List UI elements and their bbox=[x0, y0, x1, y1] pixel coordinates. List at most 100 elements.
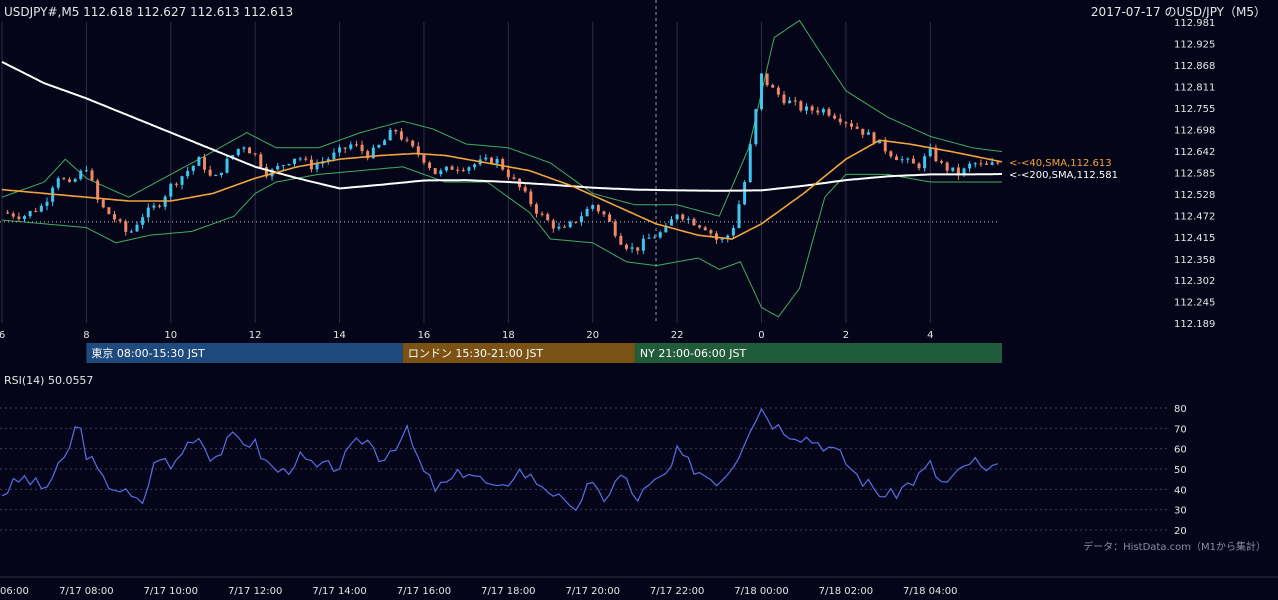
candle-body bbox=[197, 157, 201, 166]
price-tick-label: 112.472 bbox=[1174, 211, 1215, 222]
candle-body bbox=[658, 232, 662, 238]
rsi-tick-label: 80 bbox=[1174, 404, 1187, 415]
candle-body bbox=[135, 224, 139, 232]
candle-body bbox=[624, 244, 628, 249]
candle-body bbox=[585, 208, 589, 217]
time-tick-label: 7/17 14:00 bbox=[312, 586, 366, 597]
candle-body bbox=[450, 166, 454, 170]
candle-body bbox=[647, 237, 651, 239]
candle-body bbox=[473, 164, 477, 168]
rsi-tick-label: 20 bbox=[1174, 526, 1187, 537]
candle-body bbox=[360, 144, 364, 152]
candle-body bbox=[855, 126, 859, 129]
candle-body bbox=[512, 177, 516, 179]
candle-body bbox=[489, 157, 493, 164]
symbol-readout: USDJPY#,M5 112.618 112.627 112.613 112.6… bbox=[4, 5, 293, 19]
price-tick-label: 112.528 bbox=[1174, 190, 1215, 201]
candle-body bbox=[467, 167, 471, 171]
candle-body bbox=[574, 221, 578, 223]
candle-body bbox=[681, 214, 685, 220]
sma-annotation-label: <-<40,SMA,112.613 bbox=[1009, 158, 1112, 169]
candle-body bbox=[169, 183, 173, 197]
candle-body bbox=[84, 170, 88, 172]
price-axis-ticks: 112.981 112.925 112.868 112.811 112.755 112.6… bbox=[1174, 18, 1215, 330]
candle-body bbox=[754, 109, 758, 145]
hour-tick-label: 2 bbox=[843, 330, 849, 341]
candle-body bbox=[990, 162, 994, 165]
candle-body bbox=[551, 220, 555, 229]
session-bars: 東京 08:00-15:30 JST ロンドン 15:30-21:00 JST NY… bbox=[86, 343, 1002, 363]
candle-body bbox=[90, 170, 94, 181]
candle-body bbox=[968, 163, 972, 169]
candle-body bbox=[124, 221, 128, 232]
candle-body bbox=[129, 231, 133, 233]
candle-body bbox=[810, 106, 814, 111]
candle-body bbox=[540, 213, 544, 215]
candle-body bbox=[788, 100, 792, 104]
candle-body bbox=[501, 159, 505, 170]
candle-body bbox=[546, 214, 550, 221]
price-tick-label: 112.642 bbox=[1174, 147, 1215, 158]
candle-body bbox=[293, 158, 297, 164]
candle-body bbox=[906, 158, 910, 160]
candle-body bbox=[591, 205, 595, 209]
candle-body bbox=[534, 204, 538, 214]
candle-body bbox=[315, 163, 319, 170]
candle-body bbox=[669, 219, 673, 226]
candle-body bbox=[579, 216, 583, 223]
candle-body bbox=[709, 230, 713, 234]
candle-body bbox=[208, 169, 212, 176]
price-tick-label: 112.245 bbox=[1174, 298, 1215, 309]
price-tick-label: 112.415 bbox=[1174, 233, 1215, 244]
candle-body bbox=[619, 235, 623, 245]
candle-body bbox=[68, 179, 72, 182]
candle-body bbox=[951, 167, 955, 171]
candle-body bbox=[298, 158, 302, 160]
candle-body bbox=[793, 100, 797, 102]
time-tick-label: 06:00 bbox=[0, 586, 29, 597]
session-label: ロンドン 15:30-21:00 JST bbox=[408, 347, 544, 360]
candle-body bbox=[411, 140, 415, 147]
candle-body bbox=[973, 163, 977, 165]
candle-body bbox=[816, 110, 820, 113]
candle-body bbox=[23, 216, 27, 219]
candle-body bbox=[422, 154, 426, 163]
candle-body bbox=[28, 211, 32, 217]
candle-body bbox=[304, 158, 308, 160]
candle-body bbox=[861, 128, 865, 135]
candle-body bbox=[743, 182, 747, 205]
candle-body bbox=[242, 147, 246, 149]
hour-tick-label: 4 bbox=[927, 330, 933, 341]
candle-body bbox=[186, 170, 190, 177]
time-tick-label: 7/17 18:00 bbox=[481, 586, 535, 597]
hour-tick-label: 12 bbox=[249, 330, 262, 341]
hour-tick-label: 8 bbox=[83, 330, 89, 341]
candle-body bbox=[146, 207, 150, 218]
hour-tick-label: 14 bbox=[333, 330, 346, 341]
candle-body bbox=[225, 158, 229, 173]
candle-body bbox=[456, 169, 460, 171]
candle-body bbox=[979, 163, 983, 165]
candle-body bbox=[214, 175, 218, 177]
rsi-title: RSI(14) 50.0557 bbox=[4, 374, 93, 387]
candle-body bbox=[236, 148, 240, 156]
candle-body bbox=[653, 237, 657, 239]
candle-body bbox=[866, 132, 870, 135]
time-tick-label: 7/17 16:00 bbox=[397, 586, 451, 597]
candle-body bbox=[248, 147, 252, 154]
candle-body bbox=[850, 123, 854, 127]
candle-body bbox=[174, 183, 178, 185]
candle-body bbox=[34, 211, 38, 213]
hour-tick-label: 18 bbox=[502, 330, 515, 341]
candle-body bbox=[253, 153, 257, 155]
candle-body bbox=[338, 147, 342, 153]
candle-body bbox=[799, 101, 803, 111]
time-tick-label: 7/17 12:00 bbox=[228, 586, 282, 597]
candle-body bbox=[596, 205, 600, 212]
candle-body bbox=[388, 130, 392, 141]
candle-body bbox=[996, 162, 1000, 164]
candle-body bbox=[62, 178, 66, 180]
candle-body bbox=[523, 187, 527, 192]
time-tick-label: 7/17 20:00 bbox=[565, 586, 619, 597]
candle-body bbox=[405, 139, 409, 141]
